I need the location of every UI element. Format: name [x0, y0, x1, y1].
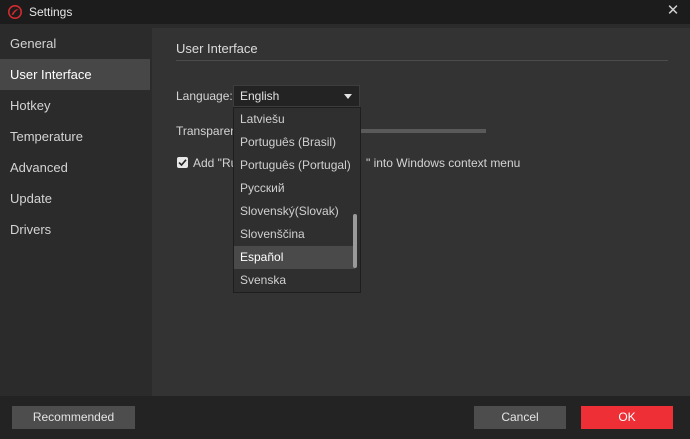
language-option[interactable]: Svenska	[234, 269, 355, 292]
context-menu-label-end: " into Windows context menu	[366, 156, 521, 170]
checkmark-icon	[178, 159, 187, 167]
sidebar-item-temperature[interactable]: Temperature	[0, 121, 150, 152]
language-dropdown-list[interactable]: Latviešu Português (Brasil) Português (P…	[233, 107, 361, 293]
cancel-button[interactable]: Cancel	[474, 406, 566, 429]
sidebar-item-hotkey[interactable]: Hotkey	[0, 90, 150, 121]
ok-button[interactable]: OK	[581, 406, 673, 429]
language-selected-value: English	[240, 89, 280, 103]
context-menu-checkbox[interactable]	[177, 157, 188, 168]
transparency-slider[interactable]	[360, 129, 486, 133]
language-select[interactable]: English	[233, 85, 360, 107]
sidebar-item-advanced[interactable]: Advanced	[0, 152, 150, 183]
language-option[interactable]: Latviešu	[234, 108, 355, 131]
context-menu-label-start: Add "Ru	[193, 156, 238, 170]
language-option[interactable]: Português (Brasil)	[234, 131, 355, 154]
recommended-button[interactable]: Recommended	[12, 406, 135, 429]
close-icon[interactable]: ✕	[666, 3, 680, 18]
language-option[interactable]: Slovenský(Slovak)	[234, 200, 355, 223]
sidebar: General User Interface Hotkey Temperatur…	[0, 28, 150, 396]
language-option[interactable]: Português (Portugal)	[234, 154, 355, 177]
section-divider	[176, 60, 668, 61]
section-title: User Interface	[176, 41, 258, 56]
footer-bar: Recommended Cancel OK	[0, 396, 690, 439]
sidebar-item-drivers[interactable]: Drivers	[0, 214, 150, 245]
language-option[interactable]: Русский	[234, 177, 355, 200]
sidebar-item-user-interface[interactable]: User Interface	[0, 59, 150, 90]
language-option-highlighted[interactable]: Español	[234, 246, 355, 269]
sidebar-item-general[interactable]: General	[0, 28, 150, 59]
language-label: Language:	[176, 89, 233, 103]
sidebar-item-update[interactable]: Update	[0, 183, 150, 214]
dropdown-scrollbar[interactable]	[353, 214, 357, 268]
language-option[interactable]: Slovenščina	[234, 223, 355, 246]
title-bar: Settings ✕	[0, 0, 690, 24]
chevron-down-icon	[344, 94, 352, 99]
app-logo-icon	[8, 5, 22, 19]
window-title: Settings	[29, 5, 73, 19]
